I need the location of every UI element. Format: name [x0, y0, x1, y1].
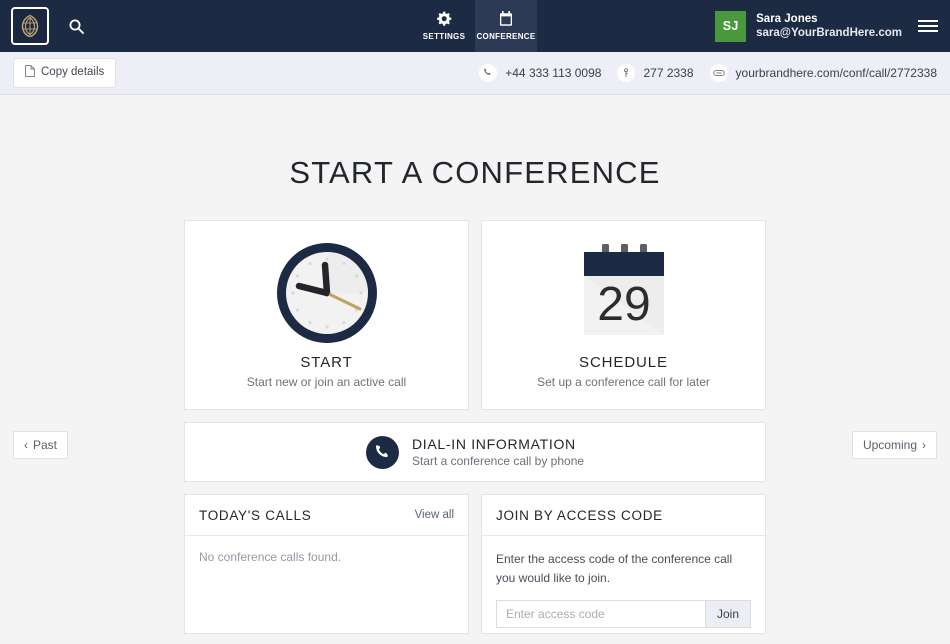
search-glyph: [69, 19, 84, 34]
phone-icon: [479, 64, 498, 82]
tab-conference[interactable]: CONFERENCE: [475, 0, 537, 52]
conference-link[interactable]: yourbrandhere.com/conf/call/2772338: [709, 64, 937, 82]
dial-in-number-text: +44 333 113 0098: [505, 66, 602, 80]
user-email: sara@YourBrandHere.com: [756, 27, 902, 39]
bottom-panels: TODAY'S CALLS View all No conference cal…: [184, 494, 766, 634]
join-by-access-code-title: JOIN BY ACCESS CODE: [496, 507, 663, 523]
chevron-right-icon: ›: [922, 438, 926, 452]
tab-conference-label: CONFERENCE: [476, 32, 536, 41]
topnav-left-group: [0, 0, 89, 52]
copy-details-button[interactable]: Copy details: [13, 58, 117, 88]
access-code-text: 277 2338: [643, 66, 694, 80]
search-icon[interactable]: [63, 13, 89, 39]
conference-link-text: yourbrandhere.com/conf/call/2772338: [735, 66, 937, 80]
page-title: START A CONFERENCE: [289, 155, 661, 190]
clock-icon: [273, 238, 381, 348]
copy-document-icon: [25, 65, 35, 81]
link-icon: [709, 64, 728, 82]
start-card-subtitle: Start new or join an active call: [246, 375, 407, 389]
conference-details-group: +44 333 113 0098 277 2338 yourbrandhere.…: [479, 64, 937, 82]
past-button[interactable]: ‹ Past: [13, 431, 69, 459]
access-code-input[interactable]: [497, 601, 705, 628]
todays-calls-panel: TODAY'S CALLS View all No conference cal…: [184, 494, 469, 634]
access-code[interactable]: 277 2338: [617, 64, 694, 82]
todays-calls-header: TODAY'S CALLS View all: [185, 495, 468, 536]
schedule-conference-card[interactable]: 29 SCHEDULE Set up a conference call for…: [481, 220, 766, 410]
tab-settings-label: SETTINGS: [422, 32, 466, 41]
access-code-form: Join: [496, 600, 751, 629]
join-by-access-code-panel: JOIN BY ACCESS CODE Enter the access cod…: [481, 494, 766, 634]
calendar-day-number: 29: [597, 278, 650, 331]
join-by-access-code-header: JOIN BY ACCESS CODE: [482, 495, 765, 536]
hamburger-line: [918, 20, 938, 22]
todays-calls-body: No conference calls found.: [185, 536, 468, 578]
chevron-left-icon: ‹: [24, 438, 28, 452]
copy-details-label: Copy details: [41, 66, 105, 79]
calendar-icon: [499, 11, 513, 28]
top-navigation-bar: SETTINGS CONFERENCE SJ Sara Jones sara@Y…: [0, 0, 950, 52]
view-all-link[interactable]: View all: [415, 509, 454, 521]
avatar[interactable]: SJ: [715, 10, 747, 42]
calendar-icon: 29: [569, 238, 679, 348]
topnav-user-group: SJ Sara Jones sara@YourBrandHere.com: [715, 0, 950, 52]
start-conference-card[interactable]: START Start new or join an active call: [184, 220, 469, 410]
dial-in-information-card[interactable]: DIAL-IN INFORMATION Start a conference c…: [184, 422, 766, 482]
key-pin-icon: [617, 64, 636, 82]
schedule-card-subtitle: Set up a conference call for later: [537, 375, 710, 389]
hamburger-line: [918, 30, 938, 32]
dial-in-text-group: DIAL-IN INFORMATION Start a conference c…: [412, 435, 584, 470]
topnav-tabs: SETTINGS CONFERENCE: [413, 0, 537, 52]
primary-action-cards: START Start new or join an active call 2…: [184, 220, 766, 410]
upcoming-button-label: Upcoming: [862, 438, 917, 452]
join-by-access-code-body: Enter the access code of the conference …: [482, 536, 765, 642]
schedule-card-title: SCHEDULE: [579, 354, 668, 371]
dial-in-number[interactable]: +44 333 113 0098: [479, 64, 601, 82]
user-info[interactable]: Sara Jones sara@YourBrandHere.com: [756, 12, 902, 41]
join-button[interactable]: Join: [704, 601, 750, 628]
todays-calls-title: TODAY'S CALLS: [199, 507, 312, 523]
hamburger-icon[interactable]: [918, 20, 938, 32]
upcoming-button[interactable]: Upcoming ›: [851, 431, 937, 459]
todays-calls-empty-text: No conference calls found.: [199, 550, 342, 564]
sub-navigation-bar: Copy details +44 333 113 0098 277 2338 y…: [0, 52, 950, 95]
past-button-label: Past: [33, 438, 58, 452]
dial-in-subtitle: Start a conference call by phone: [411, 453, 585, 468]
start-card-title: START: [300, 354, 353, 371]
main-content: START A CONFERENCE ‹ Past Upcoming › STA…: [0, 95, 950, 644]
user-name: Sara Jones: [756, 12, 818, 25]
join-description: Enter the access code of the conference …: [496, 552, 733, 585]
brand-logo[interactable]: [11, 7, 49, 45]
brand-logo-emblem: [21, 14, 39, 38]
gear-icon: [436, 11, 452, 28]
tab-settings[interactable]: SETTINGS: [413, 0, 475, 52]
hamburger-line: [918, 25, 938, 27]
phone-icon: [365, 435, 399, 469]
dial-in-title: DIAL-IN INFORMATION: [411, 435, 576, 452]
content-column: START Start new or join an active call 2…: [184, 220, 766, 634]
